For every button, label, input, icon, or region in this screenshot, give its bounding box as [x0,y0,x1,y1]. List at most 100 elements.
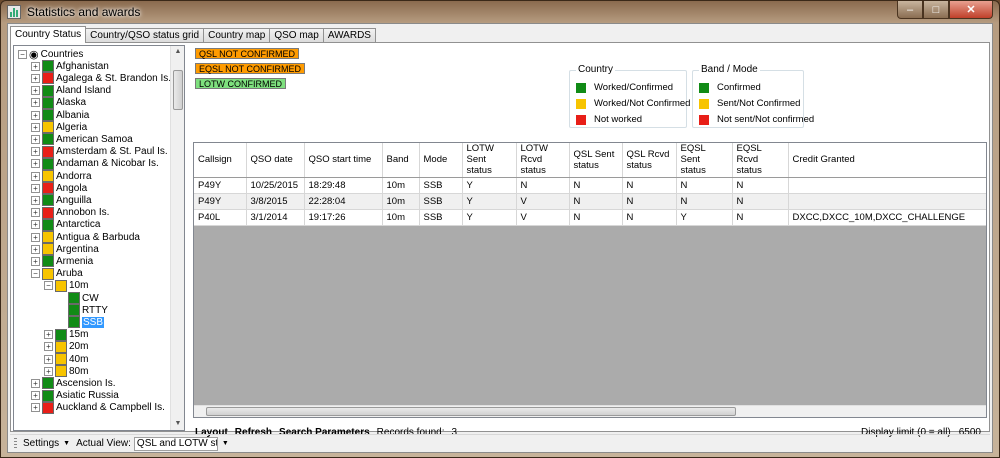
tree-item-country[interactable]: + Andaman & Nicobar Is. [31,157,159,170]
tree-item-country[interactable]: + Andorra [31,170,92,182]
table-cell[interactable]: P49Y [194,177,247,194]
tab-qso-map[interactable]: QSO map [269,28,324,42]
expand-icon[interactable]: + [31,122,40,132]
collapse-icon[interactable]: − [18,49,27,59]
tree-item-country[interactable]: + Aland Island [31,84,111,97]
tree-item-country[interactable]: + Angola [31,182,87,195]
column-header[interactable]: QSL Rcvd status [622,143,677,178]
expand-icon[interactable]: + [31,244,40,254]
scroll-down-icon[interactable]: ▼ [171,418,184,430]
tree-root-countries[interactable]: − ◉ Countries [18,48,83,61]
expand-icon[interactable]: + [44,330,53,340]
table-cell[interactable] [788,193,986,210]
table-cell[interactable]: Y [676,209,733,226]
expand-icon[interactable]: + [31,391,40,401]
table-cell[interactable]: 3/1/2014 [246,209,305,226]
maximize-button[interactable]: □ [923,1,949,19]
table-cell[interactable]: N [676,193,733,210]
expand-icon[interactable]: + [31,159,40,169]
expand-icon[interactable]: + [31,220,40,230]
table-cell[interactable]: V [516,193,570,210]
chevron-down-icon[interactable]: ▼ [222,440,229,447]
table-cell[interactable]: P40L [194,209,247,226]
expand-icon[interactable]: + [31,378,40,388]
table-cell[interactable]: N [732,193,789,210]
expand-icon[interactable]: + [44,342,53,352]
table-cell[interactable]: Y [462,177,517,194]
table-cell[interactable]: 3/8/2015 [246,193,305,210]
table-row[interactable]: P40L 3/1/2014 19:17:26 10m SSB Y V N N Y N DXCC,DXC… [194,209,986,226]
scroll-up-icon[interactable]: ▲ [171,46,184,58]
table-cell[interactable]: N [569,209,623,226]
table-cell[interactable]: DXCC,DXCC_10M,DXCC_CHALLENGE [788,209,986,226]
table-cell[interactable]: Y [462,193,517,210]
tree-item-band[interactable]: +20m [44,340,88,353]
tree-item-country[interactable]: + Antarctica [31,218,100,231]
expand-icon[interactable]: + [31,110,40,120]
tab-country-map[interactable]: Country map [203,28,271,42]
table-cell[interactable]: 18:29:48 [304,177,383,194]
tree-item-country[interactable]: + Afghanistan [31,60,109,73]
expand-icon[interactable]: + [31,61,40,71]
grid-hscrollbar[interactable] [194,405,986,417]
tree-item-band[interactable]: +80m [44,365,88,378]
table-cell[interactable]: P49Y [194,193,247,210]
tree-item-country[interactable]: + Asiatic Russia [31,389,119,402]
tree-item-country[interactable]: + Ascension Is. [31,377,115,390]
column-header[interactable]: LOTW Sent status [462,143,517,178]
tree-item-band[interactable]: +40m [44,353,88,365]
table-cell[interactable]: N [732,177,789,194]
table-cell[interactable]: N [569,177,623,194]
close-button[interactable]: ✕ [949,1,993,19]
actual-view-select[interactable]: QSL and LOTW sta [133,436,218,451]
expand-icon[interactable]: + [44,366,53,376]
table-cell[interactable]: V [516,209,570,226]
table-cell[interactable]: 22:28:04 [304,193,383,210]
tab-awards[interactable]: AWARDS [322,28,376,42]
minimize-button[interactable]: – [897,1,923,19]
tab-country-status[interactable]: Country Status [10,26,87,43]
expand-icon[interactable]: + [31,98,40,108]
table-cell[interactable]: SSB [419,193,463,210]
table-cell[interactable]: N [622,193,677,210]
table-row[interactable]: P49Y 10/25/2015 18:29:48 10m SSB Y N N N N N [194,177,986,194]
table-row[interactable]: P49Y 3/8/2015 22:28:04 10m SSB Y V N N N N [194,193,986,210]
collapse-icon[interactable]: − [44,281,53,291]
column-header[interactable]: Credit Granted [788,143,986,178]
chevron-down-icon[interactable]: ▼ [63,440,70,447]
tree-item-country[interactable]: + Anguilla [31,194,92,207]
tree-item-country[interactable]: + Alaska [31,96,86,109]
table-cell[interactable]: 10m [382,209,420,226]
tree-item-country[interactable]: + Amsterdam & St. Paul Is. [31,145,168,158]
expand-icon[interactable]: + [31,403,40,413]
country-tree[interactable]: − ◉ Countries + Afghanistan + Agalega & St. Br… [13,45,185,431]
expand-icon[interactable]: + [31,183,40,193]
expand-icon[interactable]: + [31,171,40,181]
table-cell[interactable]: SSB [419,177,463,194]
tree-item-country[interactable]: + Annobon Is. [31,206,109,219]
table-cell[interactable]: N [676,177,733,194]
qso-grid[interactable]: Callsign QSO date QSO start time Band Mode LO… [193,142,987,418]
expand-icon[interactable]: + [31,147,40,157]
tree-item-country[interactable]: + Albania [31,109,89,121]
tree-item-mode[interactable]: SSB [57,316,105,329]
table-cell[interactable] [788,177,986,194]
tree-scrollbar[interactable]: ▲ ▼ [170,46,184,430]
column-header[interactable]: EQSL Rcvd status [732,143,789,178]
column-header[interactable]: EQSL Sent status [676,143,733,178]
collapse-icon[interactable]: − [31,269,40,279]
tree-item-country[interactable]: + Auckland & Campbell Is. [31,401,165,414]
column-header[interactable]: QSO start time [304,143,383,178]
tree-item-band[interactable]: +15m [44,328,88,341]
tree-item-country[interactable]: + Algeria [31,121,87,134]
table-cell[interactable]: 10/25/2015 [246,177,305,194]
tab-country-qso-grid[interactable]: Country/QSO status grid [85,28,205,42]
table-cell[interactable]: N [732,209,789,226]
expand-icon[interactable]: + [31,195,40,205]
table-cell[interactable]: N [622,209,677,226]
tree-item-country[interactable]: + Argentina [31,243,99,256]
expand-icon[interactable]: + [31,134,40,144]
expand-icon[interactable]: + [31,232,40,242]
table-cell[interactable]: N [569,193,623,210]
hscroll-thumb[interactable] [206,407,736,416]
